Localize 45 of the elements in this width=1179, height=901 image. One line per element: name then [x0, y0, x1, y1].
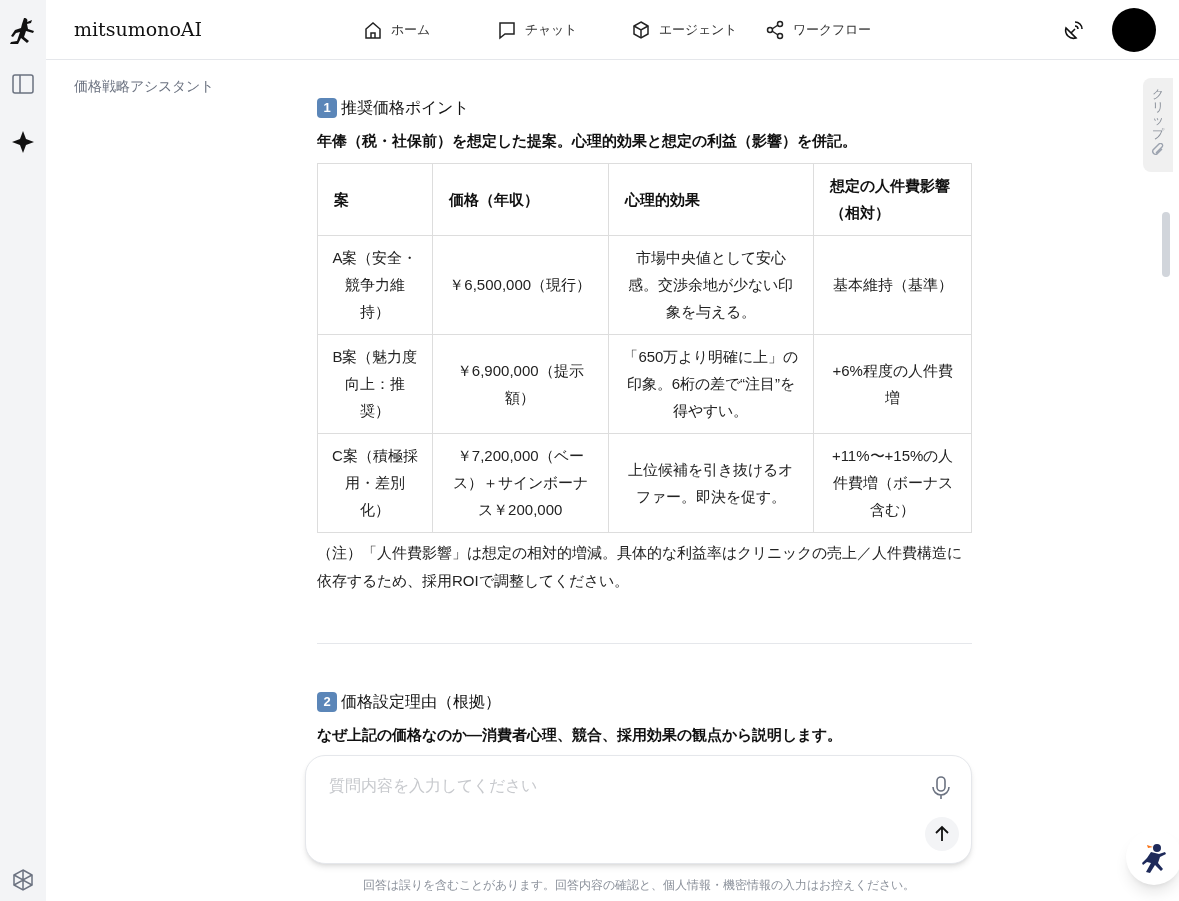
table-cell: ￥6,900,000（提示額） — [432, 334, 609, 433]
table-cell: +6%程度の人件費増 — [813, 334, 972, 433]
table-cell: ￥6,500,000（現行） — [432, 235, 609, 334]
cube-icon[interactable] — [12, 869, 34, 891]
column-header: 案 — [317, 163, 433, 235]
send-button[interactable] — [925, 817, 959, 851]
app-name[interactable]: mitsumonoAI — [74, 15, 363, 44]
column-header: 心理的効果 — [608, 163, 814, 235]
arrow-up-icon — [933, 825, 951, 843]
disclaimer-text: 回答は誤りを含むことがあります。回答内容の確認と、個人情報・機密情報の入力はお控えください。 — [361, 877, 916, 894]
number-badge: 2 — [317, 691, 337, 712]
microphone-icon[interactable] — [931, 776, 951, 800]
clip-label: クリップ — [1152, 88, 1164, 141]
chat-bubble-icon — [497, 19, 517, 40]
home-icon — [363, 19, 383, 40]
table-cell: B案（魅力度向上：推奨） — [317, 334, 433, 433]
section-heading: 推奨価格ポイント — [341, 98, 469, 118]
cube-icon — [631, 19, 651, 40]
sidebar-toggle-icon[interactable] — [12, 74, 34, 94]
avatar[interactable] — [1112, 7, 1156, 52]
nav-link[interactable]: ワークフロー — [765, 19, 899, 40]
table-cell: +11%〜+15%の人件費増（ボーナス含む） — [813, 433, 972, 532]
nav-link[interactable]: エージェント — [631, 19, 765, 40]
column-header: 価格（年収） — [432, 163, 609, 235]
sparkle-icon[interactable] — [11, 130, 35, 154]
share-icon — [765, 19, 785, 40]
table-cell: C案（積極採用・差別化） — [317, 433, 433, 532]
page-title: 価格戦略アシスタント — [74, 77, 215, 96]
number-badge: 1 — [317, 98, 337, 118]
nav-link[interactable]: ホーム — [363, 19, 497, 40]
lead-text: なぜ上記の価格なのか—消費者心理、競合、採用効果の観点から説明します。 — [317, 724, 843, 745]
paperclip-icon — [1151, 142, 1165, 157]
table-cell: A案（安全・競争力維持） — [317, 235, 433, 334]
table-cell: 基本維持（基準） — [813, 235, 972, 334]
note-text: （注）「人件費影響」は想定の相対的増減。具体的な利益率はクリニックの売上／人件費構造に依存するため、採用ROIで調整してください。 — [317, 542, 963, 591]
section-heading: 価格設定理由（根拠） — [341, 691, 501, 712]
scrollbar-thumb[interactable] — [1162, 212, 1170, 277]
table-cell: ￥7,200,000（ベース）＋サインボーナス￥200,000 — [432, 433, 609, 532]
nav-link[interactable]: チャット — [497, 19, 631, 40]
column-header: 想定の人件費影響（相対） — [813, 163, 972, 235]
table-cell: 市場中央値として安心感。交渉余地が少ない印象を与える。 — [608, 235, 814, 334]
question-input-field[interactable]: 質問内容を入力してください — [329, 774, 909, 798]
lead-text: 年俸（税・社保前）を想定した提案。心理的効果と想定の利益（影響）を併記。 — [317, 131, 858, 151]
table-cell: 上位候補を引き抜けるオファー。即決を促す。 — [608, 433, 814, 532]
table-cell: 「650万より明確に上」の印象。6桁の差で“注目”を得やすい。 — [608, 334, 814, 433]
